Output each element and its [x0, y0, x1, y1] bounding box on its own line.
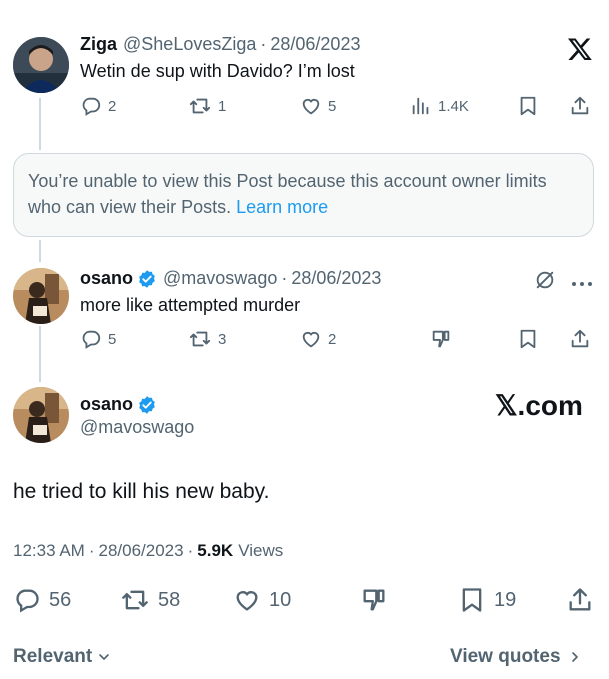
grok-icon[interactable]	[534, 269, 556, 296]
handle[interactable]: @mavoswago	[80, 417, 194, 438]
watermark: 𝕏.com	[495, 390, 583, 421]
date[interactable]: 28/06/2023	[291, 268, 381, 289]
reply-button[interactable]: 2	[80, 95, 116, 117]
thumbs-down-icon	[432, 330, 450, 348]
reply-icon	[16, 589, 39, 613]
display-name[interactable]: osano	[80, 394, 133, 415]
date[interactable]: 28/06/2023	[99, 541, 184, 561]
view-quotes-link[interactable]: View quotes	[450, 646, 583, 668]
verified-badge-icon	[139, 269, 155, 288]
reply-icon	[82, 97, 101, 116]
handle[interactable]: @SheLovesZiga	[123, 34, 256, 55]
bookmark-count: 19	[494, 588, 517, 611]
avatar[interactable]	[13, 37, 69, 93]
share-button[interactable]	[569, 95, 591, 117]
like-count: 10	[269, 588, 292, 611]
bookmark-icon	[520, 96, 536, 116]
share-icon	[571, 329, 589, 348]
time[interactable]: 12:33 AM	[13, 541, 85, 561]
chevron-down-icon	[99, 654, 110, 660]
view-quotes-label: View quotes	[450, 646, 561, 667]
tweet-header: Ziga @SheLovesZiga · 28/06/2023	[80, 34, 360, 55]
like-count: 5	[328, 97, 337, 115]
more-options-icon[interactable]	[571, 275, 593, 293]
reply-button[interactable]: 56	[13, 586, 71, 614]
heart-icon	[302, 98, 320, 115]
thumbs-down-icon	[363, 589, 385, 611]
views-count: 5.9K	[197, 541, 234, 560]
tweet-header: osano @mavoswago · 28/06/2023	[80, 268, 381, 289]
reply-count: 2	[108, 97, 117, 115]
retweet-button[interactable]: 58	[120, 586, 180, 614]
share-button[interactable]	[566, 586, 594, 614]
verified-badge-icon	[139, 395, 155, 414]
retweet-icon	[189, 331, 211, 347]
avatar[interactable]	[13, 387, 69, 443]
downvote-button[interactable]	[430, 328, 452, 350]
retweet-count: 1	[218, 97, 227, 115]
like-count: 2	[328, 330, 337, 348]
bookmark-icon	[462, 588, 482, 612]
share-button[interactable]	[569, 328, 591, 350]
avatar[interactable]	[13, 268, 69, 324]
tweet-text: Wetin de sup with Davido? I’m lost	[80, 61, 355, 81]
sort-label: Relevant	[13, 646, 93, 667]
views-count: 1.4K	[438, 97, 469, 115]
reply-count: 5	[108, 330, 117, 348]
retweet-icon	[189, 98, 211, 114]
handle[interactable]: @mavoswago	[163, 268, 277, 289]
display-name[interactable]: osano	[80, 268, 133, 289]
like-button[interactable]: 2	[300, 328, 336, 350]
bookmark-button[interactable]	[517, 95, 539, 117]
separator-dot: ·	[260, 34, 267, 54]
reply-count: 56	[49, 588, 72, 611]
date[interactable]: 28/06/2023	[270, 34, 360, 55]
retweet-count: 58	[158, 588, 181, 611]
reply-icon	[82, 330, 101, 349]
display-name[interactable]: Ziga	[80, 34, 117, 55]
thread-line-2	[39, 240, 41, 262]
learn-more-link[interactable]: Learn more	[236, 197, 328, 217]
thread-line-3	[39, 326, 41, 382]
x-logo-icon[interactable]	[567, 36, 593, 67]
downvote-button[interactable]	[360, 586, 388, 614]
retweet-button[interactable]: 3	[188, 328, 226, 350]
separator-dot: ·	[88, 541, 95, 560]
like-button[interactable]: 5	[300, 95, 336, 117]
views-button[interactable]: 1.4K	[410, 95, 469, 117]
chevron-right-icon	[571, 652, 578, 662]
heart-icon	[236, 591, 258, 611]
restricted-post-notice: You’re unable to view this Post because …	[13, 153, 594, 237]
views-label: Views	[238, 541, 284, 560]
share-icon	[571, 96, 589, 115]
separator-dot: ·	[281, 268, 288, 288]
reply-button[interactable]: 5	[80, 328, 116, 350]
author-name-row: osano	[80, 394, 157, 415]
bookmark-button[interactable]	[517, 328, 539, 350]
heart-icon	[302, 331, 320, 348]
views-chart-icon	[412, 97, 429, 115]
bookmark-icon	[520, 329, 536, 349]
sort-dropdown[interactable]: Relevant	[13, 646, 112, 668]
tweet-meta: 12:33 AM · 28/06/2023 · 5.9K Views	[13, 541, 283, 561]
separator-dot: ·	[187, 541, 194, 560]
thread-line-1	[39, 98, 41, 150]
tweet-text: more like attempted murder	[80, 295, 301, 315]
retweet-icon	[122, 590, 148, 610]
retweet-button[interactable]: 1	[188, 95, 226, 117]
bookmark-button[interactable]: 19	[458, 586, 516, 614]
like-button[interactable]: 10	[233, 586, 291, 614]
share-icon	[569, 588, 591, 611]
main-tweet-text: he tried to kill his new baby.	[13, 480, 270, 503]
retweet-count: 3	[218, 330, 227, 348]
